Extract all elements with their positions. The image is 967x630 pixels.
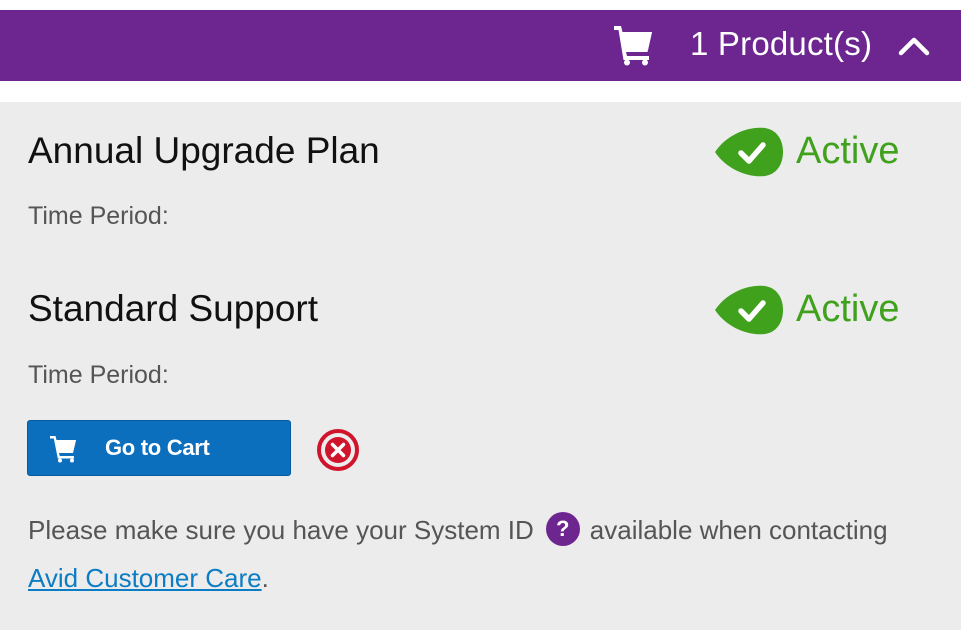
product-title: Standard Support (28, 288, 319, 329)
cart-icon (614, 26, 652, 66)
customer-care-link[interactable]: Avid Customer Care (28, 563, 262, 593)
remove-icon[interactable] (315, 427, 361, 473)
time-period-label: Time Period: (28, 361, 169, 389)
chevron-up-icon[interactable] (898, 34, 930, 56)
cart-icon (50, 436, 76, 463)
status-badge: Active (713, 284, 933, 336)
help-icon[interactable]: ? (545, 512, 580, 547)
check-leaf-icon (715, 127, 783, 177)
cart-summary-header[interactable]: 1 Product(s) (0, 10, 961, 81)
note-text-before: Please make sure you have your System ID (28, 515, 534, 545)
status-text: Active (796, 130, 900, 172)
status-badge: Active (713, 126, 933, 178)
go-to-cart-label: Go to Cart (105, 435, 210, 460)
check-leaf-icon (715, 285, 783, 335)
go-to-cart-button[interactable]: Go to Cart (27, 420, 291, 476)
system-id-note: Please make sure you have your System ID… (28, 506, 928, 602)
product-title: Annual Upgrade Plan (28, 130, 380, 171)
note-text-after: available when contacting (589, 515, 888, 545)
time-period-label: Time Period: (28, 202, 169, 230)
note-text-end: . (261, 563, 269, 593)
product-list-panel: Annual Upgrade Plan Active Time Period: … (0, 102, 961, 630)
status-text: Active (796, 288, 900, 330)
product-count: 1 Product(s) (690, 25, 873, 62)
